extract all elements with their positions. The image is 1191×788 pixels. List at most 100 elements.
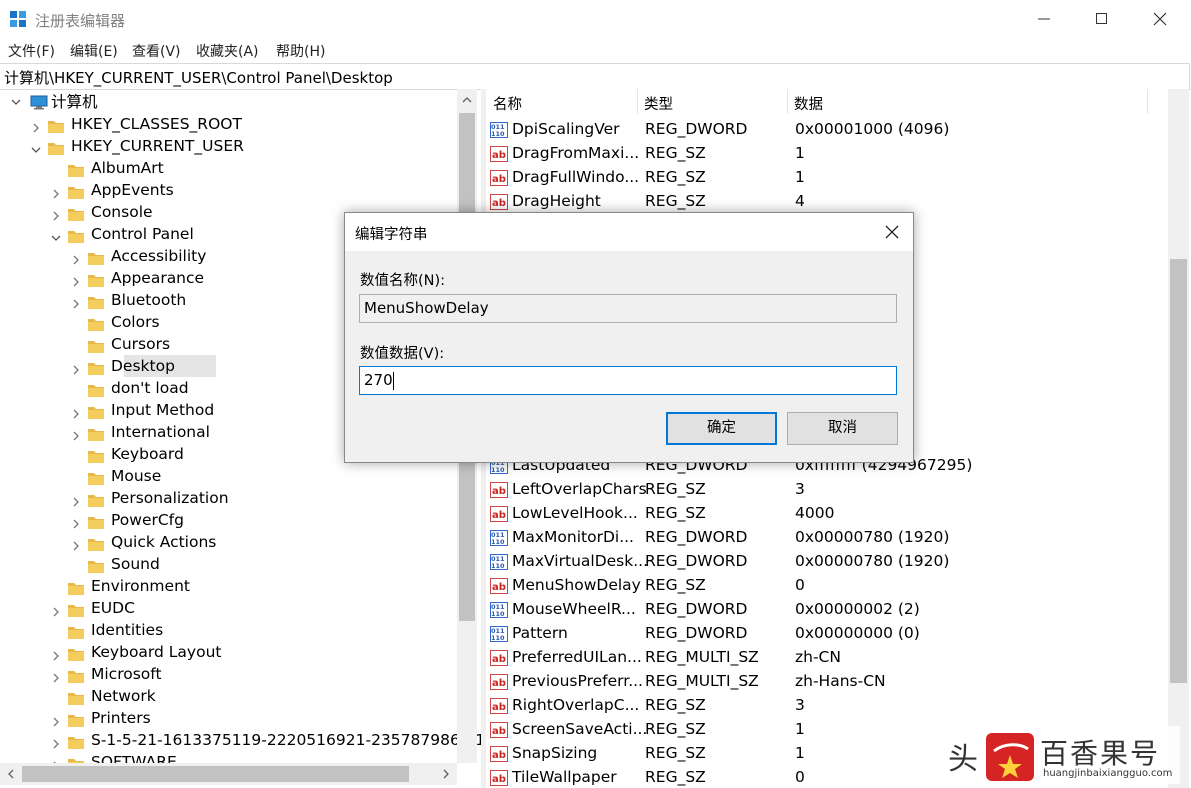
value-row[interactable]: 011 110 MouseWheelR... REG_DWORD 0x00000002 … <box>486 597 1166 621</box>
folder-icon <box>68 711 84 727</box>
value-row[interactable]: ab MenuShowDelay REG_SZ 0 <box>486 573 1166 597</box>
menu-file[interactable]: 文件(F) <box>8 41 55 61</box>
tree-item[interactable]: Microsoft <box>0 663 457 685</box>
column-separator[interactable] <box>787 89 788 114</box>
tree-item[interactable]: Keyboard Layout <box>0 641 457 663</box>
minimize-button[interactable] <box>1015 0 1073 38</box>
menu-edit[interactable]: 编辑(E) <box>70 41 118 61</box>
value-data: 0 <box>795 576 805 594</box>
tree-item[interactable]: Identities <box>0 619 457 641</box>
string-value-icon: ab <box>490 697 508 714</box>
value-name: ScreenSaveActi... <box>512 720 648 738</box>
tree-item-label: Mouse <box>111 467 162 485</box>
value-row[interactable]: ab DragFromMaxi... REG_SZ 1 <box>486 141 1166 165</box>
value-data: 0x00001000 (4096) <box>795 120 950 138</box>
value-data: 0x00000000 (0) <box>795 624 920 642</box>
scroll-right-icon[interactable] <box>441 768 451 780</box>
menu-view[interactable]: 查看(V) <box>132 41 181 61</box>
tree-item[interactable]: Quick Actions <box>0 531 457 553</box>
value-row[interactable]: ab DragFullWindo... REG_SZ 1 <box>486 165 1166 189</box>
chevron-down-icon[interactable] <box>50 228 62 241</box>
column-data[interactable]: 数据 <box>794 93 823 114</box>
tree-item[interactable]: EUDC <box>0 597 457 619</box>
chevron-right-icon[interactable] <box>70 536 82 551</box>
list-scroll-thumb[interactable] <box>1170 259 1187 683</box>
value-type: REG_SZ <box>645 696 706 714</box>
list-vertical-scrollbar[interactable] <box>1168 89 1189 788</box>
chevron-right-icon[interactable] <box>50 646 62 661</box>
tree-item[interactable]: HKEY_CLASSES_ROOT <box>0 113 457 135</box>
dialog-title-bar: 编辑字符串 <box>345 213 913 251</box>
value-row[interactable]: 011 110 DpiScalingVer REG_DWORD 0x00001000 (… <box>486 117 1166 141</box>
value-data: 4 <box>795 192 805 210</box>
tree-item[interactable]: AlbumArt <box>0 157 457 179</box>
chevron-right-icon[interactable] <box>50 602 62 617</box>
ok-button[interactable]: 确定 <box>666 412 777 445</box>
chevron-right-icon[interactable] <box>70 514 82 529</box>
tree-item[interactable]: HKEY_CURRENT_USER <box>0 135 457 157</box>
tree-item[interactable]: AppEvents <box>0 179 457 201</box>
cancel-button[interactable]: 取消 <box>787 412 898 445</box>
tree-hscroll-thumb[interactable] <box>22 766 409 782</box>
tree-item[interactable]: Printers <box>0 707 457 729</box>
value-row[interactable]: ab PreferredUILan... REG_MULTI_SZ zh-CN <box>486 645 1166 669</box>
column-separator[interactable] <box>637 89 638 114</box>
value-data: 1 <box>795 744 805 762</box>
chevron-down-icon[interactable] <box>10 96 22 108</box>
scroll-up-icon[interactable] <box>461 95 473 105</box>
tree-item[interactable]: PowerCfg <box>0 509 457 531</box>
value-data: zh-Hans-CN <box>795 672 886 690</box>
chevron-right-icon[interactable] <box>70 272 82 287</box>
chevron-right-icon[interactable] <box>70 360 82 375</box>
chevron-right-icon[interactable] <box>50 668 62 683</box>
column-separator[interactable] <box>1147 89 1148 114</box>
folder-icon <box>48 117 64 133</box>
folder-icon <box>88 425 104 441</box>
dialog-close-button[interactable] <box>870 213 913 251</box>
value-row[interactable]: 011 110 MaxMonitorDi... REG_DWORD 0x00000780… <box>486 525 1166 549</box>
tree-item[interactable]: Sound <box>0 553 457 575</box>
chevron-right-icon[interactable] <box>50 734 62 749</box>
address-bar[interactable]: 计算机\HKEY_CURRENT_USER\Control Panel\Desk… <box>0 63 1190 90</box>
tree-root[interactable]: 计算机 <box>0 91 450 113</box>
menu-favorites[interactable]: 收藏夹(A) <box>196 41 259 61</box>
maximize-button[interactable] <box>1073 0 1131 38</box>
value-row[interactable]: ab LowLevelHook... REG_SZ 4000 <box>486 501 1166 525</box>
title-bar: 注册表编辑器 <box>0 0 1191 38</box>
value-row[interactable]: 011 110 Pattern REG_DWORD 0x00000000 (0) <box>486 621 1166 645</box>
folder-icon <box>88 381 104 397</box>
value-row[interactable]: ab PreviousPreferr... REG_MULTI_SZ zh-Hans-… <box>486 669 1166 693</box>
chevron-right-icon[interactable] <box>70 492 82 507</box>
chevron-right-icon[interactable] <box>50 712 62 727</box>
chevron-right-icon[interactable] <box>70 404 82 419</box>
chevron-right-icon[interactable] <box>70 294 82 309</box>
value-data-input[interactable]: 270 <box>359 366 897 395</box>
chevron-right-icon[interactable] <box>50 184 62 199</box>
folder-icon <box>68 227 84 243</box>
value-row[interactable]: ab LeftOverlapChars REG_SZ 3 <box>486 477 1166 501</box>
tree-item[interactable]: Mouse <box>0 465 457 487</box>
column-type[interactable]: 类型 <box>644 93 673 114</box>
folder-icon <box>68 733 84 749</box>
chevron-right-icon[interactable] <box>70 250 82 265</box>
tree-item-label: Control Panel <box>91 225 194 243</box>
scroll-left-icon[interactable] <box>6 768 16 780</box>
tree-horizontal-scrollbar[interactable] <box>0 763 457 785</box>
menu-help[interactable]: 帮助(H) <box>276 41 325 61</box>
value-type: REG_SZ <box>645 720 706 738</box>
chevron-right-icon[interactable] <box>30 118 42 133</box>
folder-icon <box>68 623 84 639</box>
value-name-label: 数值名称(N): <box>360 273 446 289</box>
chevron-right-icon[interactable] <box>50 206 62 221</box>
tree-item[interactable]: Network <box>0 685 457 707</box>
tree-item[interactable]: Environment <box>0 575 457 597</box>
value-row[interactable]: ab RightOverlapC... REG_SZ 3 <box>486 693 1166 717</box>
column-name[interactable]: 名称 <box>493 93 522 114</box>
close-button[interactable] <box>1131 0 1189 38</box>
chevron-down-icon[interactable] <box>30 140 42 153</box>
value-row[interactable]: ab DragHeight REG_SZ 4 <box>486 189 1166 213</box>
tree-item[interactable]: S-1-5-21-1613375119-2220516921-235787986… <box>0 729 481 751</box>
tree-item[interactable]: Personalization <box>0 487 457 509</box>
chevron-right-icon[interactable] <box>70 426 82 441</box>
value-row[interactable]: 011 110 MaxVirtualDesk... REG_DWORD 0x000007… <box>486 549 1166 573</box>
